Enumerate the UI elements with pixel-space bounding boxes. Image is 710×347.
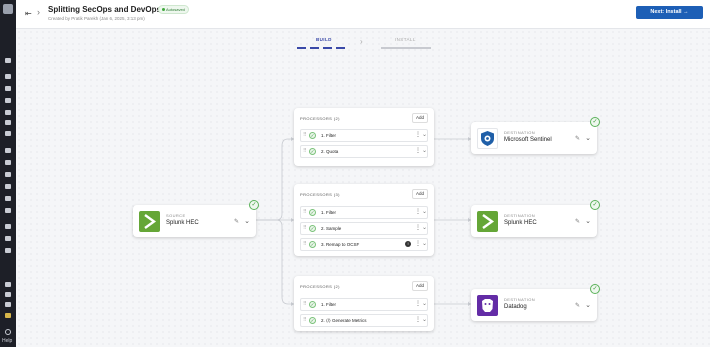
processor-group: PROCESSORS (2) Add ⠿ ✓ 1. Filter ⋮ ⌄ ⠿ ✓… [294, 108, 434, 166]
add-processor-button[interactable]: Add [412, 113, 428, 123]
destination-node[interactable]: DESTINATION Microsoft Sentinel ✎ ⌄ [471, 122, 597, 154]
check-circle-icon[interactable]: ✓ [309, 132, 316, 139]
chevron-down-icon[interactable]: ⌄ [422, 316, 427, 323]
chevron-down-icon[interactable]: ⌄ [422, 224, 427, 231]
destination-label: DESTINATION [504, 213, 535, 218]
source-name: Splunk HEC [166, 220, 199, 226]
edit-icon[interactable]: ✎ [575, 218, 580, 225]
drag-handle-icon[interactable]: ⠿ [303, 317, 307, 323]
kebab-menu-icon[interactable]: ⋮ [415, 316, 421, 323]
processor-name: 1. Filter [321, 133, 337, 138]
destination-name: Microsoft Sentinel [504, 137, 552, 143]
processor-name: 1. Filter [321, 302, 337, 307]
destination-label: DESTINATION [504, 297, 535, 302]
drag-handle-icon[interactable]: ⠿ [303, 301, 307, 307]
check-circle-icon: ✓ [590, 284, 600, 294]
chevron-down-icon[interactable]: ⌄ [244, 217, 250, 225]
processor-row[interactable]: ⠿ ✓ 2. Sample ⋮ ⌄ [300, 222, 428, 235]
edit-icon[interactable]: ✎ [575, 302, 580, 309]
processor-name: 2. Quota [321, 149, 339, 154]
destination-label: DESTINATION [504, 130, 535, 135]
processor-row[interactable]: ⠿ ✓ 2. ⟨/⟩ Generate Metrics ⋮ ⌄ [300, 314, 428, 327]
processor-row[interactable]: ⠿ ✓ 2. Quota ⋮ ⌄ [300, 145, 428, 158]
splunk-logo-icon [477, 211, 498, 232]
check-circle-icon[interactable]: ✓ [309, 209, 316, 216]
chevron-down-icon[interactable]: ⌄ [585, 217, 591, 225]
chevron-down-icon[interactable]: ⌄ [585, 301, 591, 309]
add-processor-button[interactable]: Add [412, 281, 428, 291]
chevron-down-icon[interactable]: ⌄ [422, 208, 427, 215]
destination-node[interactable]: DESTINATION Splunk HEC ✎ ⌄ [471, 205, 597, 237]
kebab-menu-icon[interactable]: ⋮ [415, 300, 421, 307]
splunk-logo-icon [139, 211, 160, 232]
processor-name: 2. Sample [321, 226, 342, 231]
chevron-down-icon[interactable]: ⌄ [422, 147, 427, 154]
processor-group-header: PROCESSORS (2) [300, 284, 340, 289]
check-circle-icon[interactable]: ✓ [309, 317, 316, 324]
processor-group: PROCESSORS (3) Add ⠿ ✓ 1. Filter ⋮ ⌄ ⠿ ✓… [294, 184, 434, 256]
check-circle-icon: ✓ [590, 200, 600, 210]
kebab-menu-icon[interactable]: ⋮ [415, 147, 421, 154]
chevron-down-icon[interactable]: ⌄ [422, 300, 427, 307]
check-circle-icon: ✓ [590, 117, 600, 127]
source-node[interactable]: SOURCE Splunk HEC ✎ ⌄ [133, 205, 256, 237]
processor-row[interactable]: ⠿ ✓ 1. Filter ⋮ ⌄ [300, 129, 428, 142]
datadog-logo-icon [477, 295, 498, 316]
info-icon[interactable]: ! [405, 241, 411, 247]
processor-row[interactable]: ⠿ ✓ 3. Remap to OCSF ! ⋮ ⌄ [300, 238, 428, 251]
processor-row[interactable]: ⠿ ✓ 1. Filter ⋮ ⌄ [300, 298, 428, 311]
drag-handle-icon[interactable]: ⠿ [303, 241, 307, 247]
microsoft-sentinel-logo-icon [477, 128, 498, 149]
check-circle-icon[interactable]: ✓ [309, 148, 316, 155]
kebab-menu-icon[interactable]: ⋮ [415, 131, 421, 138]
chevron-down-icon[interactable]: ⌄ [422, 131, 427, 138]
chevron-down-icon[interactable]: ⌄ [422, 240, 427, 247]
processor-name: 3. Remap to OCSF [321, 242, 360, 247]
source-label: SOURCE [166, 213, 186, 218]
kebab-menu-icon[interactable]: ⋮ [415, 208, 421, 215]
drag-handle-icon[interactable]: ⠿ [303, 225, 307, 231]
kebab-menu-icon[interactable]: ⋮ [415, 240, 421, 247]
drag-handle-icon[interactable]: ⠿ [303, 132, 307, 138]
check-circle-icon[interactable]: ✓ [309, 241, 316, 248]
processor-name: 1. Filter [321, 210, 337, 215]
processor-row[interactable]: ⠿ ✓ 1. Filter ⋮ ⌄ [300, 206, 428, 219]
destination-node[interactable]: DESTINATION Datadog ✎ ⌄ [471, 289, 597, 321]
processor-group-header: PROCESSORS (3) [300, 192, 340, 197]
drag-handle-icon[interactable]: ⠿ [303, 148, 307, 154]
kebab-menu-icon[interactable]: ⋮ [415, 224, 421, 231]
edit-icon[interactable]: ✎ [234, 218, 239, 225]
processor-group-header: PROCESSORS (2) [300, 116, 340, 121]
edit-icon[interactable]: ✎ [575, 135, 580, 142]
drag-handle-icon[interactable]: ⠿ [303, 209, 307, 215]
processor-group: PROCESSORS (2) Add ⠿ ✓ 1. Filter ⋮ ⌄ ⠿ ✓… [294, 276, 434, 331]
chevron-down-icon[interactable]: ⌄ [585, 134, 591, 142]
destination-name: Splunk HEC [504, 220, 537, 226]
destination-name: Datadog [504, 304, 527, 310]
add-processor-button[interactable]: Add [412, 189, 428, 199]
check-circle-icon: ✓ [249, 200, 259, 210]
check-circle-icon[interactable]: ✓ [309, 301, 316, 308]
processor-name: 2. ⟨/⟩ Generate Metrics [321, 318, 367, 323]
check-circle-icon[interactable]: ✓ [309, 225, 316, 232]
